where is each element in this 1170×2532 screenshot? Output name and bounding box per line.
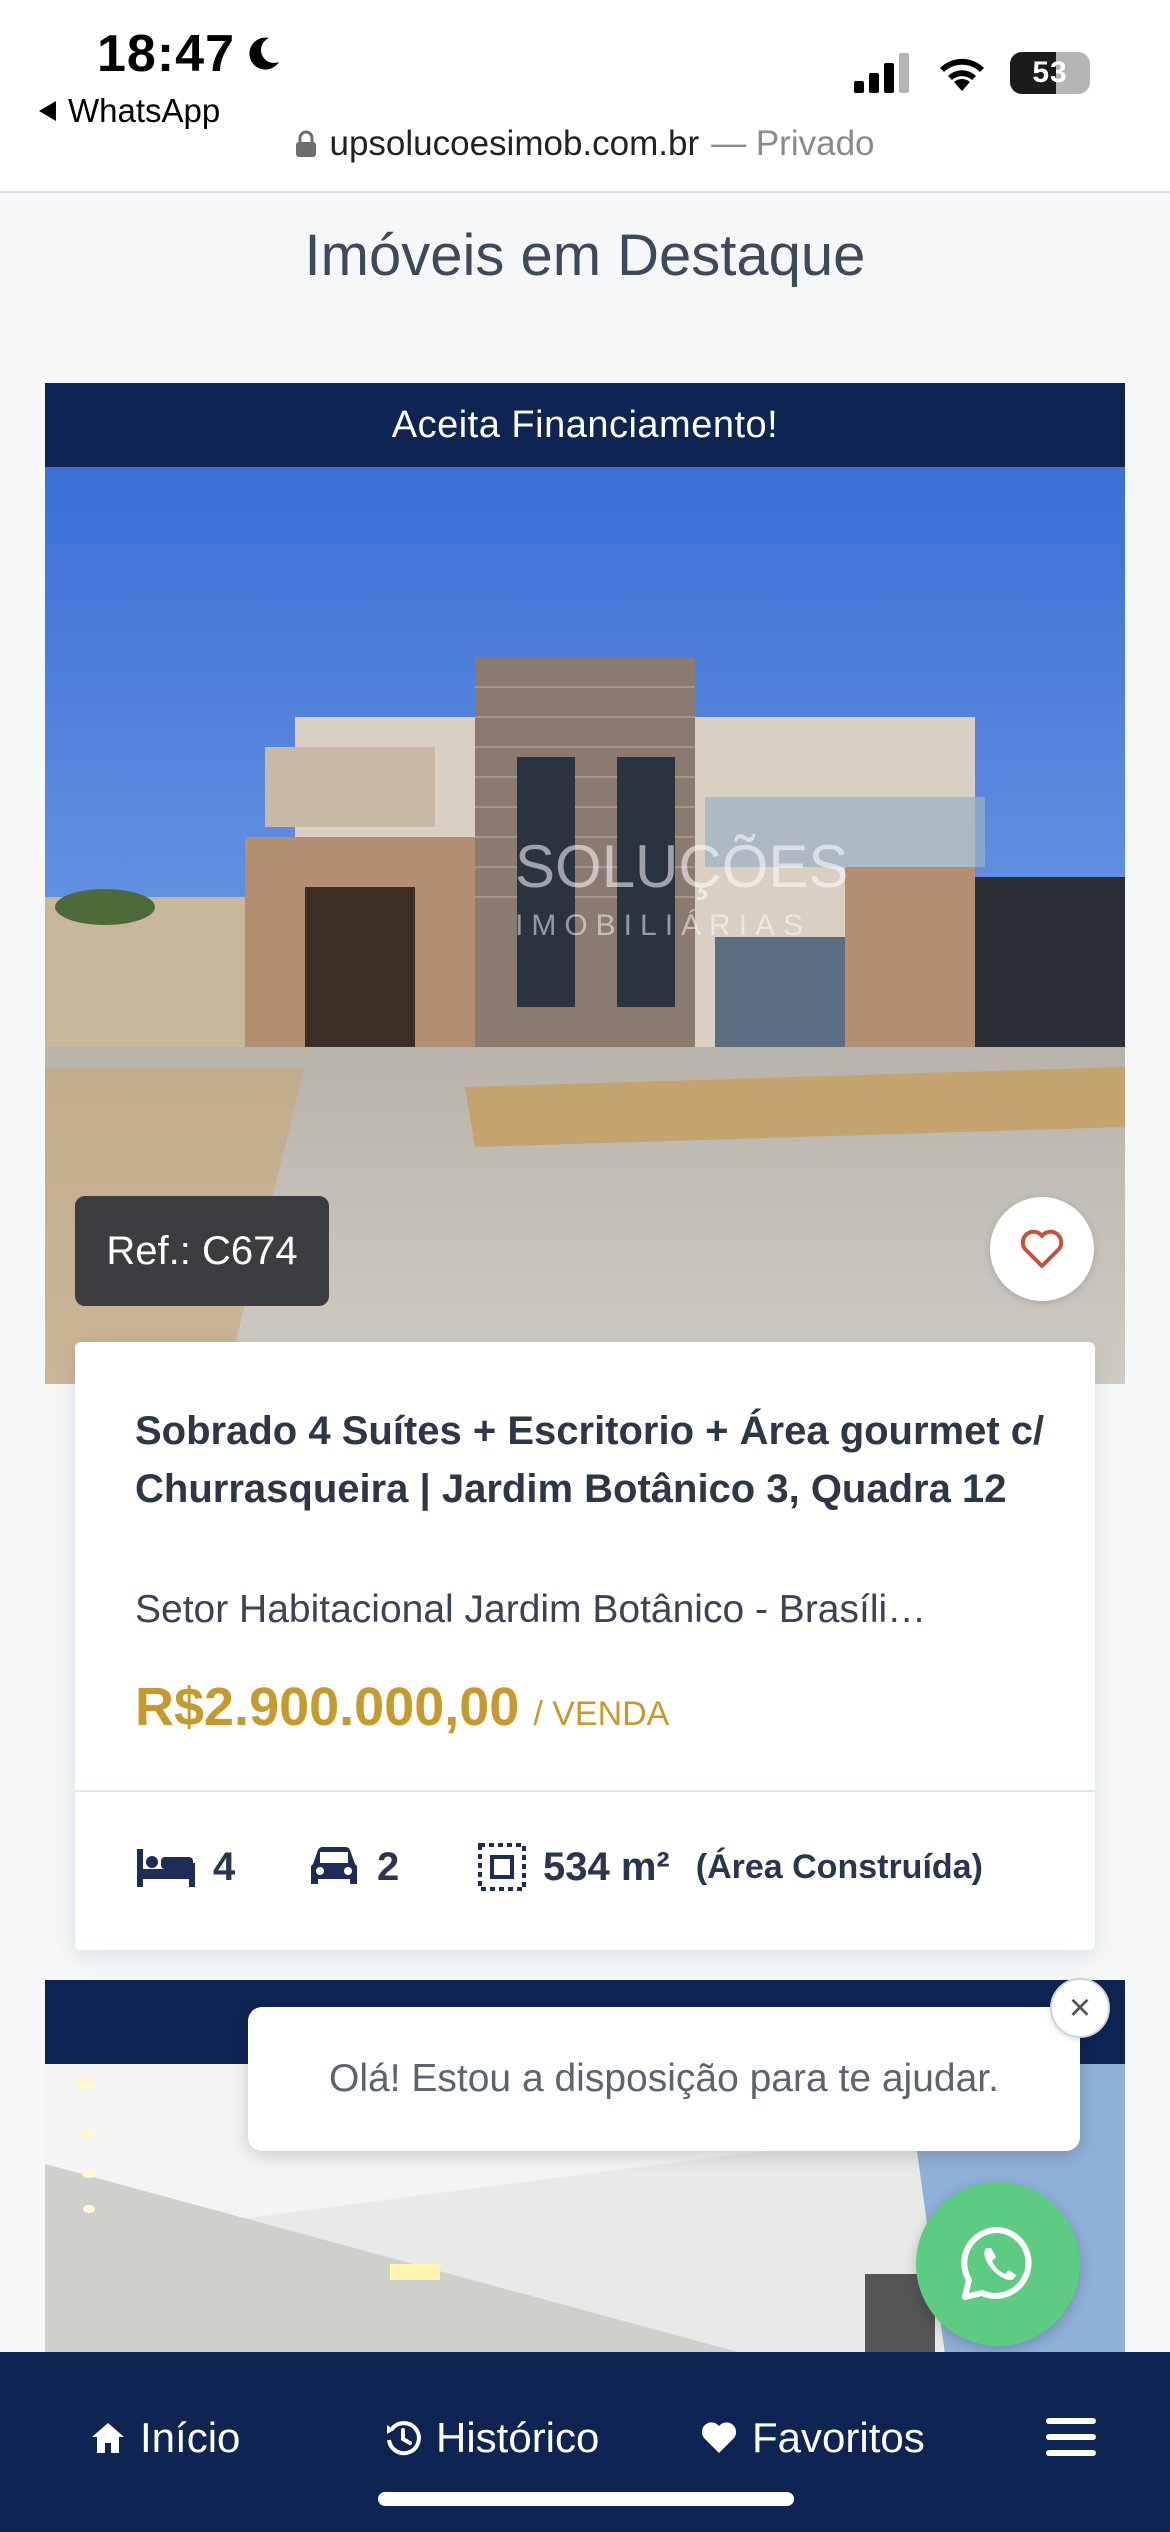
financing-banner: Aceita Financiamento! <box>45 383 1125 467</box>
status-time: 18:47 <box>97 24 283 84</box>
listing-location: Setor Habitacional Jardim Botânico - Bra… <box>135 1588 927 1631</box>
watermark-text: SOLUÇÕES <box>515 833 848 900</box>
chat-close-button[interactable]: × <box>1050 1978 1110 2038</box>
chat-popup[interactable]: Olá! Estou a disposição para te ajudar. <box>248 2007 1080 2151</box>
bedrooms-count: 4 <box>213 1844 236 1889</box>
watermark-subtext: IMOBILIÁRIAS <box>515 909 811 942</box>
listing-price: R$2.900.000,00 <box>135 1677 520 1737</box>
heart-icon <box>701 2422 737 2453</box>
battery-level: 53 <box>1032 56 1068 89</box>
battery-icon: 53 <box>1010 52 1090 94</box>
nav-inicio[interactable]: Início <box>90 2414 240 2462</box>
bed-icon <box>137 1849 195 1887</box>
listing-price-type: / VENDA <box>533 1695 670 1733</box>
nav-favoritos-label: Favoritos <box>752 2414 925 2461</box>
reference-badge: Ref.: C674 <box>75 1196 329 1306</box>
area-feature: 534 m² (Área Construída) <box>477 1842 983 1892</box>
favorite-button[interactable] <box>990 1197 1094 1301</box>
lock-icon <box>296 130 317 157</box>
car-icon <box>311 1846 357 1884</box>
home-icon <box>92 2423 124 2453</box>
heart-outline-icon <box>1020 1229 1064 1268</box>
area-value: 534 m² <box>543 1844 670 1889</box>
nav-favoritos[interactable]: Favoritos <box>700 2414 925 2462</box>
history-icon <box>387 2421 421 2456</box>
home-indicator <box>378 2492 794 2506</box>
area-icon <box>478 1843 526 1891</box>
status-time-text: 18:47 <box>97 25 235 83</box>
parking-count: 2 <box>377 1844 400 1889</box>
address-bar[interactable]: upsolucoesimob.com.br — Privado <box>0 124 1170 164</box>
section-title: Imóveis em Destaque <box>304 223 866 288</box>
nav-menu[interactable] <box>1046 2418 1096 2456</box>
card-divider <box>75 1790 1095 1792</box>
area-label: (Área Construída) <box>695 1847 983 1886</box>
parking-feature: 2 <box>307 1844 477 1890</box>
listing-price-row: R$2.900.000,00 / VENDA <box>135 1676 669 1738</box>
back-triangle-icon <box>39 101 56 121</box>
nav-inicio-label: Início <box>140 2414 241 2461</box>
signal-icon <box>854 53 909 93</box>
nav-historico[interactable]: Histórico <box>384 2414 599 2462</box>
bedrooms-feature: 4 <box>135 1845 307 1890</box>
url-text: upsolucoesimob.com.br <box>329 124 700 163</box>
close-icon: × <box>1068 1986 1092 2029</box>
nav-historico-label: Histórico <box>436 2414 600 2461</box>
browser-chrome: 18:47 WhatsApp 53 upsolucoesimob.com.br … <box>0 0 1170 193</box>
moon-icon <box>249 37 279 70</box>
status-icons: 53 <box>854 52 1090 94</box>
whatsapp-icon <box>961 2226 1032 2300</box>
private-mode-label: — Privado <box>711 124 875 163</box>
listing-features: 4 2 534 m² (Área Construída) <box>135 1842 983 1892</box>
wifi-icon <box>940 58 984 91</box>
whatsapp-button[interactable] <box>916 2182 1080 2346</box>
menu-icon <box>1046 2418 1096 2456</box>
listing-title[interactable]: Sobrado 4 Suítes + Escritorio + Área gou… <box>135 1402 1055 1518</box>
